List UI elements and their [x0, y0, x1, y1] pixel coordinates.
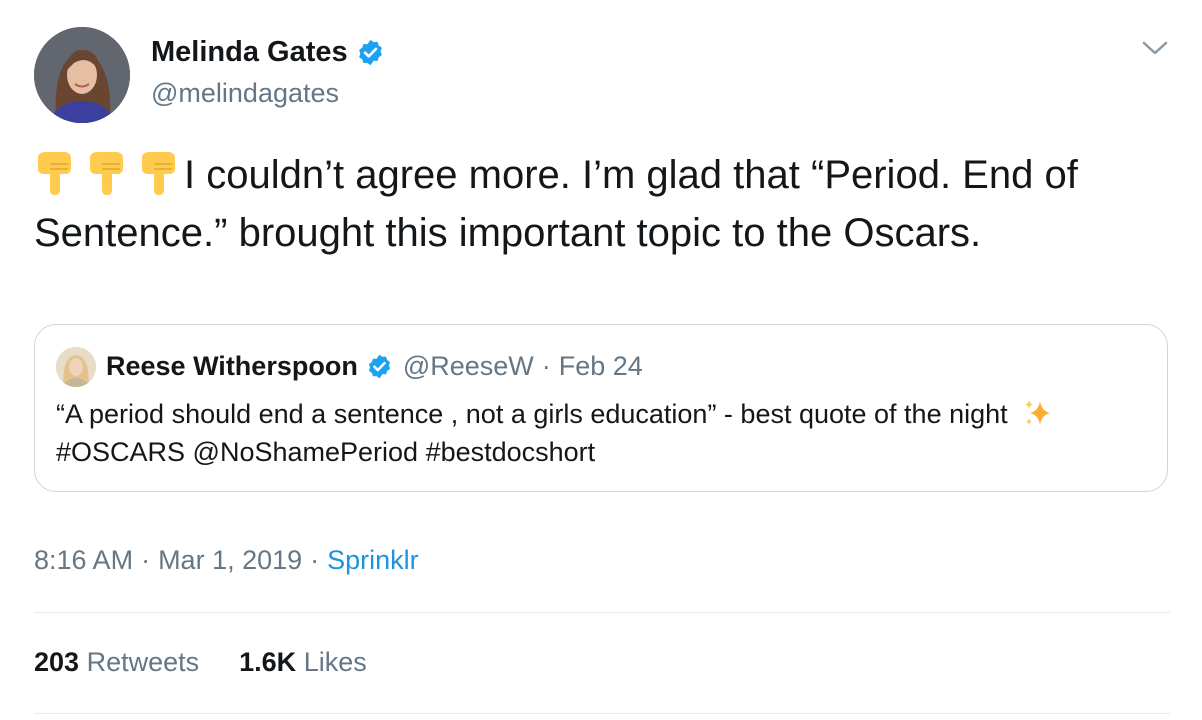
likes-count: 1.6K	[239, 647, 297, 677]
quoted-tweet-hashtags-mentions[interactable]: #OSCARS @NoShamePeriod #bestdocshort	[56, 437, 595, 467]
author-name[interactable]: Melinda Gates	[151, 36, 385, 69]
verified-badge-icon	[356, 38, 385, 67]
quoted-author-avatar[interactable]	[56, 347, 96, 387]
pointing-down-emoji-icon	[86, 150, 126, 196]
separator-dot: ·	[141, 545, 151, 575]
divider	[34, 713, 1170, 714]
verified-badge-icon	[366, 353, 393, 380]
tweet-text: I couldn’t agree more. I’m glad that “Pe…	[34, 146, 1174, 262]
pointing-down-emoji-icon	[138, 150, 178, 196]
separator-dot: ·	[310, 545, 320, 575]
tweet-source-link[interactable]: Sprinklr	[327, 545, 419, 575]
likes-stat[interactable]: 1.6K Likes	[239, 647, 367, 678]
tweet-stats: 203 Retweets 1.6K Likes	[34, 647, 367, 678]
author-handle[interactable]: @melindagates	[151, 78, 339, 109]
separator-dot: ·	[541, 351, 551, 381]
pointing-down-emoji-icon	[34, 150, 74, 196]
author-avatar[interactable]	[34, 27, 130, 123]
quoted-tweet-card[interactable]: Reese Witherspoon @ReeseW · Feb 24 “A pe…	[34, 324, 1168, 492]
quoted-tweet-text-main: “A period should end a sentence , not a …	[56, 399, 1008, 429]
likes-label: Likes	[303, 647, 367, 677]
tweet-time[interactable]: 8:16 AM	[34, 545, 133, 575]
quoted-tweet-date[interactable]: Feb 24	[559, 351, 643, 382]
tweet-date[interactable]: Mar 1, 2019	[158, 545, 302, 575]
quoted-tweet-text: “A period should end a sentence , not a …	[56, 395, 1146, 471]
retweets-label: Retweets	[86, 647, 200, 677]
author-name-text[interactable]: Melinda Gates	[151, 36, 348, 69]
quoted-author-handle[interactable]: @ReeseW	[403, 351, 534, 382]
quoted-author-name[interactable]: Reese Witherspoon	[106, 351, 358, 382]
retweets-stat[interactable]: 203 Retweets	[34, 647, 199, 678]
quoted-tweet-header: Reese Witherspoon @ReeseW · Feb 24	[106, 351, 643, 382]
sparkles-emoji-icon	[1022, 397, 1054, 429]
chevron-down-icon[interactable]	[1140, 38, 1170, 60]
tweet-text-content: I couldn’t agree more. I’m glad that “Pe…	[34, 153, 1078, 255]
divider	[34, 612, 1170, 613]
retweets-count: 203	[34, 647, 80, 677]
tweet-meta: 8:16 AM · Mar 1, 2019 · Sprinklr	[34, 545, 419, 576]
